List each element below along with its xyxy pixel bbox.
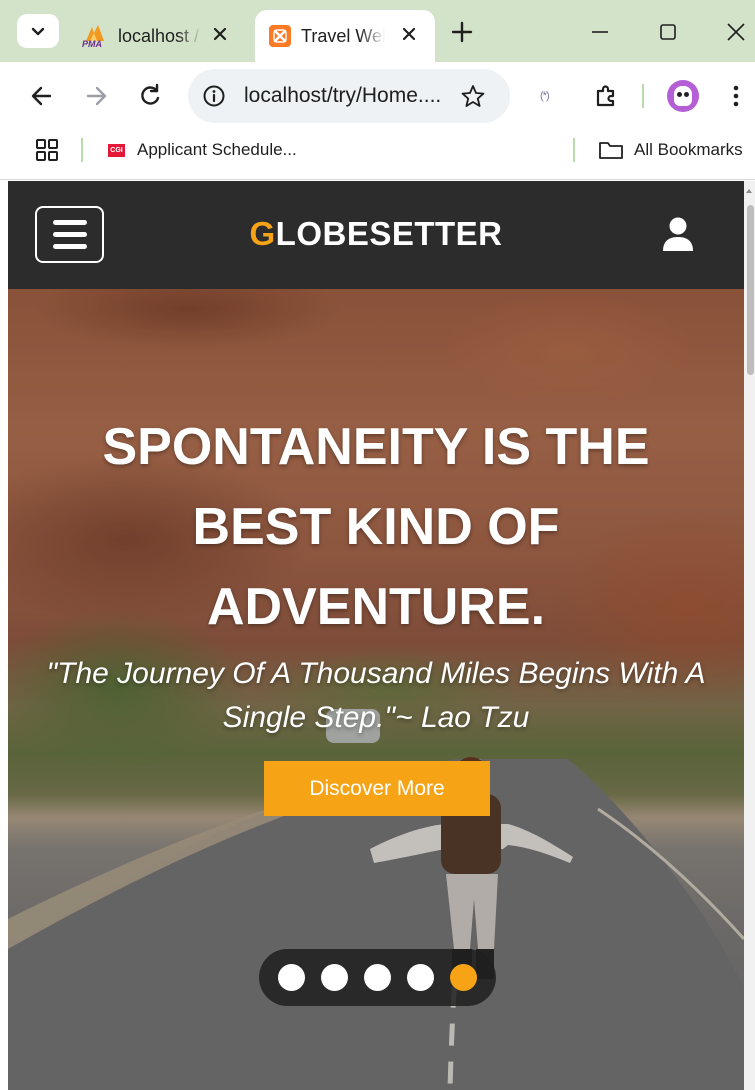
minimize-icon[interactable] [586, 18, 614, 46]
folder-icon [599, 142, 623, 159]
logo-text: LOBESETTER [275, 215, 503, 252]
bookmark-separator [573, 138, 575, 162]
bookmark-applicant-schedule[interactable]: CGI Applicant Schedule... [108, 136, 297, 164]
extension-label[interactable]: (*) [540, 90, 550, 102]
hero-quote: "The Journey Of A Thousand Miles Begins … [46, 657, 706, 734]
tab-phpmyadmin[interactable]: PMA localhost / [74, 10, 246, 62]
carousel-dot[interactable] [278, 964, 305, 991]
forward-arrow-icon[interactable] [82, 82, 110, 110]
carousel-dot[interactable] [407, 964, 434, 991]
all-bookmarks[interactable]: All Bookmarks [598, 136, 743, 164]
cgi-icon: CGI [108, 143, 125, 157]
scrollbar-thumb[interactable] [747, 205, 754, 375]
carousel-indicators [259, 949, 496, 1006]
chevron-down-icon [31, 27, 45, 36]
toolbar-divider [642, 84, 644, 108]
user-icon[interactable] [662, 216, 694, 252]
address-url[interactable]: localhost/try/Home.... [244, 84, 441, 108]
phpmyadmin-icon: PMA [82, 23, 108, 49]
page-scrollbar[interactable] [744, 181, 755, 1090]
tab-travel[interactable]: Travel Wel [255, 10, 435, 62]
maximize-icon[interactable] [654, 18, 682, 46]
extensions-puzzle-icon[interactable] [592, 82, 620, 110]
phpmyadmin-icon-text: PMA [82, 39, 102, 49]
hero-banner: SPONTANEITY IS THE BEST KIND OF ADVENTUR… [8, 289, 744, 1090]
site-header: GLOBESETTER [8, 181, 744, 289]
bookmarks-bar: CGI Applicant Schedule... All Bookmarks [0, 130, 755, 180]
address-bar[interactable]: localhost/try/Home.... [188, 69, 510, 123]
discover-more-button[interactable]: Discover More [264, 761, 490, 816]
all-bookmarks-label: All Bookmarks [634, 140, 743, 159]
profile-avatar[interactable] [667, 80, 699, 112]
bookmark-star-icon[interactable] [460, 83, 486, 109]
carousel-dot[interactable] [450, 964, 477, 991]
scroll-up-icon[interactable] [746, 189, 752, 193]
apps-grid-icon[interactable] [35, 138, 59, 162]
tab-search-button[interactable] [17, 14, 59, 48]
bookmark-separator [81, 138, 83, 162]
close-icon[interactable] [210, 24, 230, 44]
logo-initial: G [249, 215, 276, 252]
panda-avatar-icon [674, 86, 692, 106]
close-icon[interactable] [399, 24, 419, 44]
carousel-dot[interactable] [321, 964, 348, 991]
tab-title: localhost / [118, 25, 200, 46]
menu-kebab-icon[interactable] [726, 83, 746, 109]
browser-toolbar: localhost/try/Home.... (*) [0, 62, 755, 130]
reload-icon[interactable] [136, 82, 164, 110]
info-icon[interactable] [202, 84, 226, 108]
tab-title: Travel Wel [301, 25, 385, 46]
site-logo[interactable]: GLOBESETTER [8, 215, 744, 253]
window-close-icon[interactable] [722, 18, 750, 46]
bookmark-label: Applicant Schedule... [137, 140, 297, 159]
new-tab-icon[interactable] [448, 18, 476, 46]
back-arrow-icon[interactable] [28, 82, 56, 110]
xampp-icon [269, 25, 291, 47]
carousel-dot[interactable] [364, 964, 391, 991]
hero-title: SPONTANEITY IS THE BEST KIND OF ADVENTUR… [102, 418, 650, 636]
page-viewport: GLOBESETTER SPONTANEITY IS THE BEST KIND… [8, 181, 744, 1090]
tab-strip: PMA localhost / Travel Wel [0, 0, 755, 62]
